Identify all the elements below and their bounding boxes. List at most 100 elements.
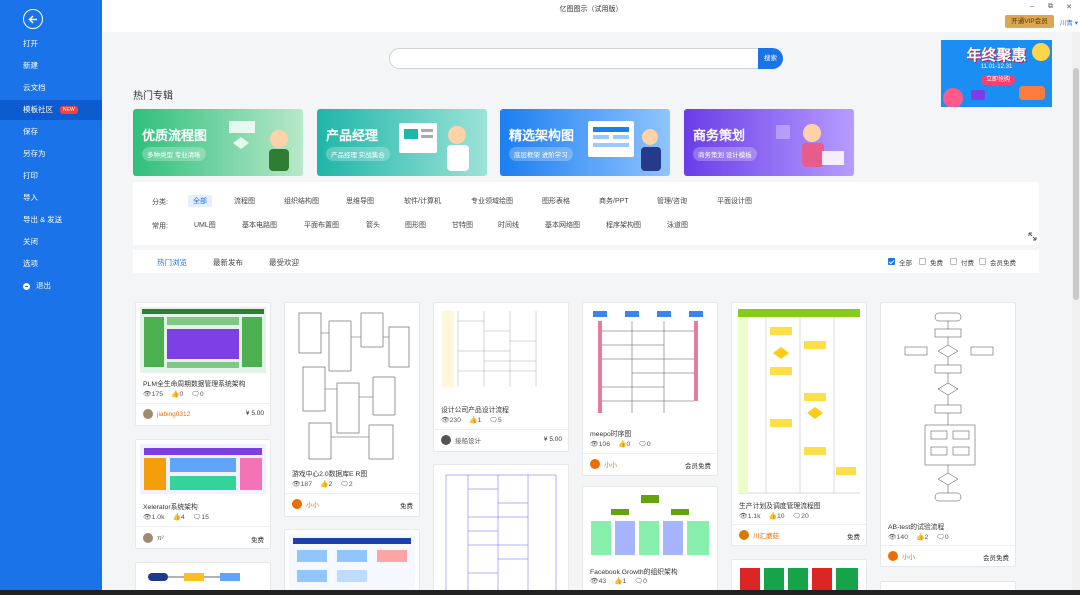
menu-close[interactable]: 关闭 [0, 232, 102, 252]
menu-label: 关闭 [23, 237, 38, 246]
author[interactable]: 小小 [590, 459, 617, 469]
template-stats: 👁140 👍2 🗨0 [888, 533, 949, 541]
close-button[interactable]: ✕ [1066, 3, 1072, 11]
minimize-button[interactable]: – [1030, 3, 1034, 10]
author[interactable]: 接船设计 [441, 435, 481, 445]
category-management[interactable]: 管理/咨询 [652, 195, 692, 207]
template-thumbnail [587, 307, 713, 417]
thumb-up-icon: 👍2 [915, 534, 929, 541]
template-thumbnail [140, 444, 266, 494]
menu-cloud-docs[interactable]: 云文档 [0, 78, 102, 98]
filter-all-checkbox[interactable] [888, 258, 895, 265]
template-card[interactable]: AB-test的试验流程 👁140 👍2 🗨0 小小 会员免费 [880, 302, 1016, 567]
filter-free-label: 免费 [930, 260, 943, 267]
filter-paid-checkbox[interactable] [950, 258, 957, 265]
tab-popular[interactable]: 最受欢迎 [269, 257, 299, 268]
common-shape[interactable]: 图形图 [400, 219, 431, 231]
template-card[interactable]: 游戏中心2.0数据库E R图 👁187 👍2 🗨2 小小 免费 [284, 302, 420, 517]
menu-label: 选项 [23, 259, 38, 268]
template-stats: 👁1.1k 👍10 🗨20 [739, 512, 809, 520]
feature-illustration [588, 121, 661, 171]
common-swimlane[interactable]: 泳道图 [662, 219, 693, 231]
common-gantt[interactable]: 甘特图 [447, 219, 478, 231]
feature-flowchart[interactable]: 优质流程图 多种类型 专业清晰 [133, 109, 303, 176]
eye-icon: 👁230 [441, 417, 461, 424]
common-program-arch[interactable]: 程序架构图 [601, 219, 646, 231]
menu-template-community[interactable]: 模板社区 NEW [0, 100, 102, 120]
category-graphic-design[interactable]: 平面设计图 [712, 195, 757, 207]
promo-button[interactable]: 立即抢购 [981, 75, 1015, 85]
menu-print[interactable]: 打印 [0, 166, 102, 186]
author[interactable]: 小小 [888, 551, 915, 561]
template-card[interactable]: PLM全生命周期数据管理系统架构 👁175 👍0 🗨0 jiabing0312 ¥ … [135, 302, 271, 426]
category-org-chart[interactable]: 组织结构图 [279, 195, 324, 207]
template-card[interactable]: Facebook Growth的组织架构 👁43 👍1 🗨0 [582, 486, 718, 595]
user-menu[interactable]: 川青 ▾ [1060, 17, 1078, 27]
scrollbar[interactable] [1072, 32, 1080, 595]
template-title: Xelerator系统架构 [143, 504, 198, 511]
comment-icon: 🗨2 [340, 481, 353, 488]
eye-icon: 👁140 [888, 534, 908, 541]
back-button[interactable] [23, 9, 43, 29]
eye-icon: 👁187 [292, 481, 312, 488]
menu-options[interactable]: 选项 [0, 254, 102, 274]
template-card[interactable]: Xelerator系统架构 👁1.0k 👍4 🗨15 π² 免费 [135, 439, 271, 549]
search-button[interactable]: 搜索 [758, 48, 783, 69]
expand-icon[interactable] [1028, 232, 1037, 241]
category-software[interactable]: 软件/计算机 [399, 195, 446, 207]
common-network[interactable]: 基本网络图 [540, 219, 585, 231]
common-floor-plan[interactable]: 平面布置图 [299, 219, 344, 231]
filter-free-checkbox[interactable] [919, 258, 926, 265]
menu-label: 打开 [23, 39, 38, 48]
menu-import[interactable]: 导入 [0, 188, 102, 208]
feature-business-plan[interactable]: 商务策划 商务策划 设计模板 [684, 109, 854, 176]
category-mind-map[interactable]: 思维导图 [341, 195, 379, 207]
template-card[interactable]: meepo时序图 👁106 👍0 🗨0 小小 会员免费 [582, 302, 718, 476]
restore-button[interactable]: ⧉ [1048, 3, 1053, 11]
menu-new[interactable]: 新建 [0, 56, 102, 76]
template-card[interactable]: 生产计划及调度管理流程图 👁1.1k 👍10 🗨20 川汇蘑菇 免费 [731, 302, 867, 546]
menu-export-send[interactable]: 导出 & 发送 [0, 210, 102, 230]
search-input[interactable] [389, 48, 758, 69]
author[interactable]: π² [143, 533, 164, 543]
common-timeline[interactable]: 时间线 [493, 219, 524, 231]
template-card[interactable]: 设计公司产品设计流程 👁230 👍1 🗨5 接船设计 ¥ 5.00 [433, 302, 569, 452]
category-business-ppt[interactable]: 商务/PPT [594, 195, 634, 207]
author[interactable]: jiabing0312 [143, 409, 190, 419]
author-name: 接船设计 [455, 438, 481, 445]
template-stats: 👁175 👍0 🗨0 [143, 390, 204, 398]
category-professional[interactable]: 专业领域绘图 [466, 195, 518, 207]
template-card[interactable] [433, 464, 569, 595]
category-graphic-table[interactable]: 图形表格 [537, 195, 575, 207]
eye-icon: 👁1.1k [739, 513, 761, 520]
scrollbar-thumb[interactable] [1073, 68, 1079, 300]
divider [136, 526, 270, 527]
menu-save[interactable]: 保存 [0, 122, 102, 142]
tab-latest[interactable]: 最新发布 [213, 257, 243, 268]
template-thumbnail [885, 307, 1011, 512]
template-thumbnail [289, 307, 415, 465]
menu-save-as[interactable]: 另存为 [0, 144, 102, 164]
common-circuit[interactable]: 基本电路图 [237, 219, 282, 231]
category-all[interactable]: 全部 [188, 195, 212, 207]
author-name: 小小 [902, 554, 915, 561]
category-flowchart[interactable]: 流程图 [229, 195, 260, 207]
menu-label: 另存为 [23, 149, 46, 158]
filter-member-free-checkbox[interactable] [979, 258, 986, 265]
common-uml[interactable]: UML图 [189, 219, 221, 231]
author[interactable]: 小小 [292, 499, 319, 509]
author[interactable]: 川汇蘑菇 [739, 530, 779, 540]
feature-title: 优质流程图 [142, 128, 208, 143]
template-card[interactable] [284, 529, 420, 595]
divider [881, 545, 1015, 546]
common-arrow[interactable]: 箭头 [361, 219, 385, 231]
feature-architecture[interactable]: 精选架构图 底层框架 进阶学习 [500, 109, 670, 176]
menu-open[interactable]: 打开 [0, 34, 102, 54]
tab-hot[interactable]: 热门浏览 [157, 257, 187, 268]
template-thumbnail [289, 534, 415, 595]
menu-label: 保存 [23, 127, 38, 136]
vip-button[interactable]: 开通VIP会员 [1005, 15, 1054, 28]
feature-product-manager[interactable]: 产品经理 产品经理 实战集合 [317, 109, 487, 176]
menu-exit[interactable]: 退出 [0, 276, 102, 296]
promo-banner[interactable]: 年终聚惠 11.01-12.31 立即抢购 [941, 40, 1052, 107]
